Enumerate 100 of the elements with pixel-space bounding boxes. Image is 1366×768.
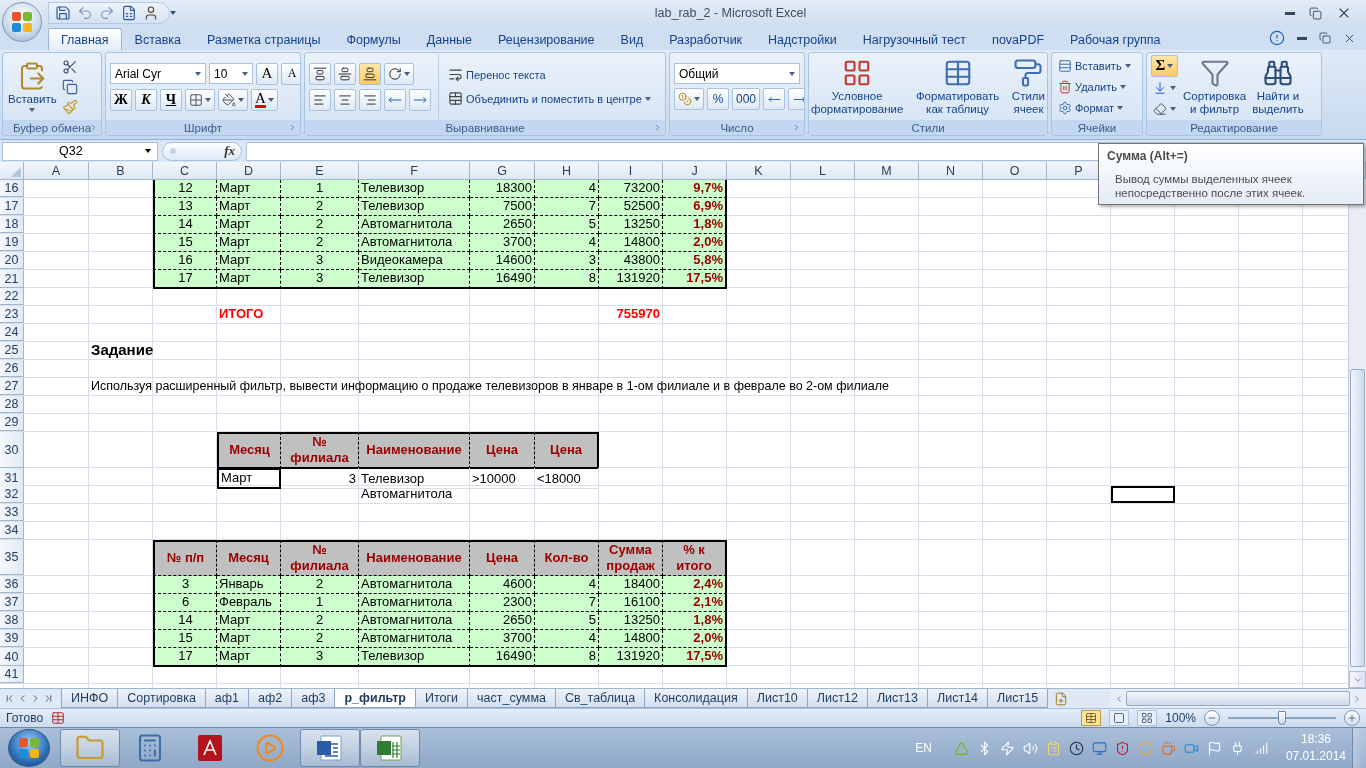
sheet-tab[interactable]: Лист10: [746, 689, 808, 708]
shrink-font-button[interactable]: A: [281, 62, 300, 85]
italic-button[interactable]: К: [135, 88, 157, 111]
fill-color-button[interactable]: [218, 88, 248, 111]
align-right-button[interactable]: [359, 88, 381, 111]
find-select-button[interactable]: Найти и выделить: [1251, 55, 1305, 118]
row-header[interactable]: 24: [0, 324, 24, 341]
ribbon-tab[interactable]: Разработчик: [656, 28, 756, 50]
row-header[interactable]: 28: [0, 396, 24, 413]
sheet-tab[interactable]: Лист14: [926, 689, 989, 708]
styles-button[interactable]: Условное форматирование: [810, 55, 905, 118]
column-header[interactable]: K: [727, 162, 791, 179]
taskbar-app[interactable]: [300, 729, 360, 767]
currency-button[interactable]: [674, 88, 704, 110]
ribbon-tab[interactable]: Данные: [413, 28, 486, 50]
row-header[interactable]: 23: [0, 306, 24, 323]
row-header[interactable]: 39: [0, 630, 24, 647]
cells-button[interactable]: Вставить: [1056, 55, 1133, 76]
sheet-tab[interactable]: аф2: [248, 689, 293, 708]
sheet-tab[interactable]: Сортировка: [117, 689, 206, 708]
column-header[interactable]: H: [535, 162, 599, 179]
font-name-field[interactable]: Arial Cyr: [110, 63, 206, 84]
row-header[interactable]: 22: [0, 288, 24, 305]
row-header[interactable]: 26: [0, 360, 24, 377]
sheet-tab[interactable]: Св_таблица: [554, 689, 646, 708]
name-box[interactable]: Q32: [2, 141, 158, 161]
wrap-text-button[interactable]: Перенос текста: [446, 64, 653, 85]
ribbon-tab[interactable]: Надстройки: [755, 28, 850, 50]
row-header[interactable]: 19: [0, 234, 24, 251]
ribbon-tab[interactable]: Рецензирование: [485, 28, 608, 50]
sheet-tab[interactable]: р_фильтр: [334, 689, 416, 708]
row-header[interactable]: 38: [0, 612, 24, 629]
column-header[interactable]: E: [281, 162, 359, 179]
column-header[interactable]: O: [983, 162, 1047, 179]
font-color-button[interactable]: A: [251, 88, 278, 111]
sheet-tab[interactable]: ИНФО: [61, 689, 119, 708]
row-header[interactable]: 29: [0, 414, 24, 431]
sheet-tab[interactable]: Лист15: [987, 689, 1049, 708]
row-header[interactable]: 17: [0, 198, 24, 215]
row-header[interactable]: 36: [0, 576, 24, 593]
slider-thumb[interactable]: [1278, 711, 1286, 725]
decrease-decimal-button[interactable]: [788, 88, 804, 110]
sum-button[interactable]: Σ: [1151, 54, 1178, 77]
view-button[interactable]: [1137, 710, 1158, 726]
row-header[interactable]: 33: [0, 504, 24, 521]
row-header[interactable]: 35: [0, 540, 24, 575]
column-header[interactable]: D: [217, 162, 281, 179]
start-button[interactable]: [8, 729, 50, 767]
ribbon-tab[interactable]: Вставка: [121, 28, 195, 50]
row-header[interactable]: 41: [0, 666, 24, 683]
column-header[interactable]: I: [599, 162, 663, 179]
zoom-in-button[interactable]: [1344, 710, 1360, 726]
sheet-tab[interactable]: Консолидация: [644, 689, 748, 708]
column-header[interactable]: A: [24, 162, 89, 179]
styles-button[interactable]: Форматировать как таблицу: [914, 55, 1001, 118]
number-format-field[interactable]: Общий: [674, 63, 800, 84]
vertical-align-button[interactable]: [309, 62, 331, 85]
sheet-tab[interactable]: част_сумма: [467, 689, 556, 708]
row-header[interactable]: 20: [0, 252, 24, 269]
sheet-tab[interactable]: Лист13: [866, 689, 928, 708]
ribbon-tab[interactable]: Разметка страницы: [194, 28, 334, 50]
column-header[interactable]: F: [359, 162, 470, 179]
column-header[interactable]: C: [153, 162, 217, 179]
borders-button[interactable]: [185, 88, 215, 111]
sheet-tab[interactable]: аф3: [291, 689, 336, 708]
row-header[interactable]: 32: [0, 486, 24, 503]
font-size-field[interactable]: 10: [209, 63, 253, 84]
row-header[interactable]: 18: [0, 216, 24, 233]
ribbon-tab[interactable]: Нагрузочный тест: [849, 28, 979, 50]
align-center-button[interactable]: [334, 88, 356, 111]
view-button[interactable]: [1081, 710, 1102, 726]
horizontal-scrollbar[interactable]: [1110, 689, 1366, 708]
show-desktop-button[interactable]: [1352, 728, 1366, 768]
thousands-button[interactable]: 000: [732, 88, 761, 110]
sheet-tab[interactable]: Лист12: [806, 689, 868, 708]
row-header[interactable]: 27: [0, 378, 24, 395]
vertical-align-button[interactable]: [359, 62, 381, 85]
ribbon-tab[interactable]: novaPDF: [978, 28, 1058, 50]
taskbar-app[interactable]: [360, 729, 420, 767]
taskbar-app[interactable]: [60, 729, 120, 767]
column-header[interactable]: B: [89, 162, 153, 179]
view-button[interactable]: [1109, 710, 1130, 726]
grow-font-button[interactable]: A: [256, 62, 278, 85]
row-header[interactable]: 31: [0, 468, 24, 488]
insert-function-button[interactable]: fx: [162, 141, 242, 161]
orientation-button[interactable]: [384, 62, 414, 85]
row-header[interactable]: 40: [0, 648, 24, 666]
zoom-out-button[interactable]: [1204, 710, 1220, 726]
cells-button[interactable]: Удалить: [1056, 76, 1133, 97]
cells-button[interactable]: Формат: [1056, 97, 1133, 118]
align-left-button[interactable]: [309, 88, 331, 111]
column-header[interactable]: J: [663, 162, 727, 179]
underline-button[interactable]: Ч: [160, 88, 182, 111]
column-header[interactable]: M: [855, 162, 919, 179]
ribbon-tab[interactable]: Вид: [607, 28, 657, 50]
paste-button[interactable]: Вставить: [7, 59, 58, 114]
sort-filter-button[interactable]: Сортировка и фильтр: [1182, 55, 1248, 118]
row-header[interactable]: 30: [0, 432, 24, 468]
percent-button[interactable]: %: [707, 88, 729, 110]
column-header[interactable]: N: [919, 162, 983, 179]
